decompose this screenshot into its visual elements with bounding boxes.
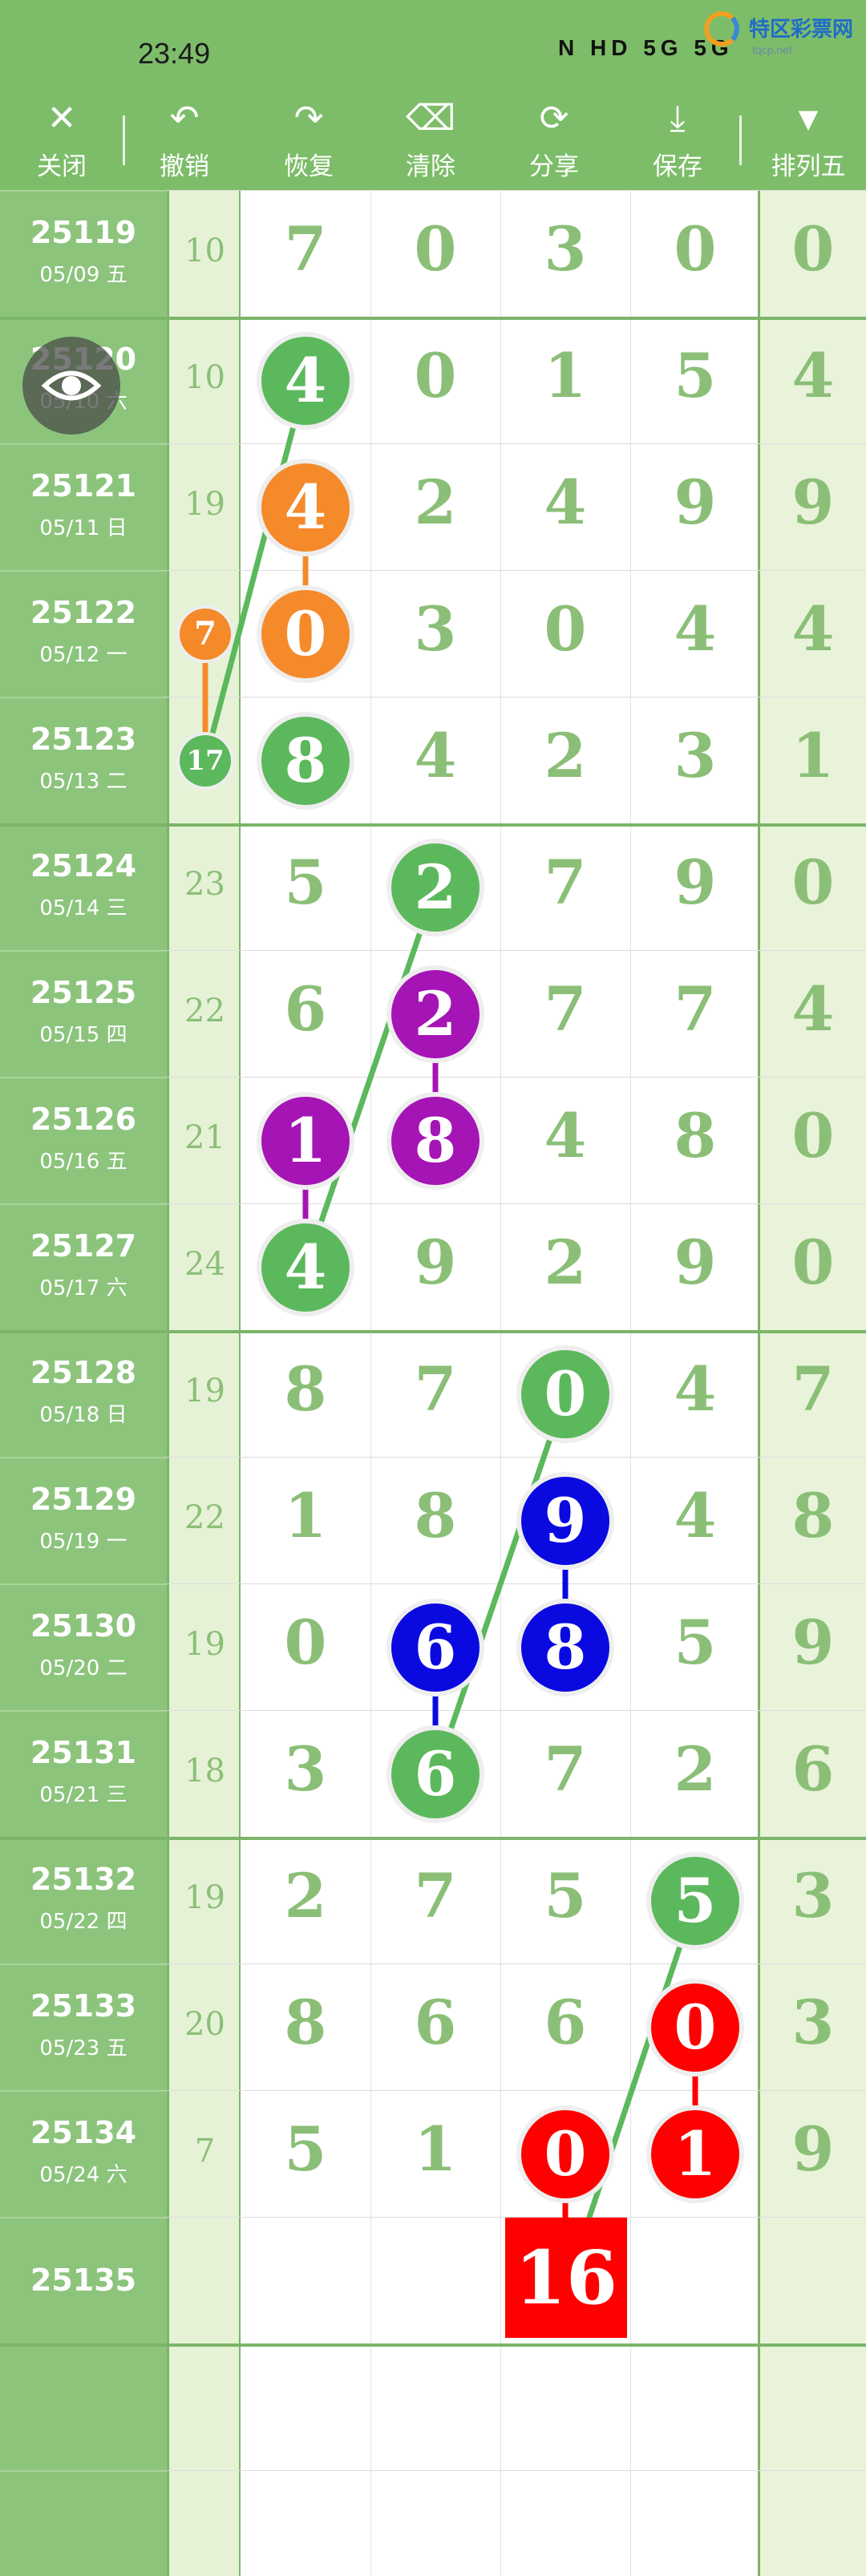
highlight-ball: 2 [391,843,480,932]
highlight-ball: 8 [261,717,350,805]
highlight-ball: 6 [391,1730,480,1818]
highlight-ball: 2 [391,970,480,1058]
result-box: 16 [505,2218,627,2338]
trend-line-segment [302,886,439,1269]
highlight-ball: 0 [521,2110,609,2198]
eye-toggle-button[interactable] [22,337,120,435]
highlight-ball: 4 [261,337,350,425]
eye-icon [41,370,102,401]
highlight-ball: 4 [261,463,350,552]
highlight-ball: 0 [261,590,350,678]
side-ball: 17 [180,735,231,787]
highlight-ball: 8 [391,1097,480,1185]
highlight-ball: 6 [391,1603,480,1692]
highlight-ball: 8 [521,1603,609,1692]
highlight-ball: 4 [261,1223,350,1312]
highlight-ball: 1 [261,1097,350,1185]
highlight-ball: 0 [521,1350,609,1438]
trend-line-segment [202,380,309,762]
trend-lines [202,380,698,2291]
side-ball: 7 [180,609,231,660]
trend-line-segment [432,1393,569,1776]
highlight-ball: 0 [651,1984,739,2072]
highlight-ball: 5 [651,1857,739,1945]
highlight-ball: 1 [651,2110,739,2198]
highlight-ball: 9 [521,1477,609,1565]
